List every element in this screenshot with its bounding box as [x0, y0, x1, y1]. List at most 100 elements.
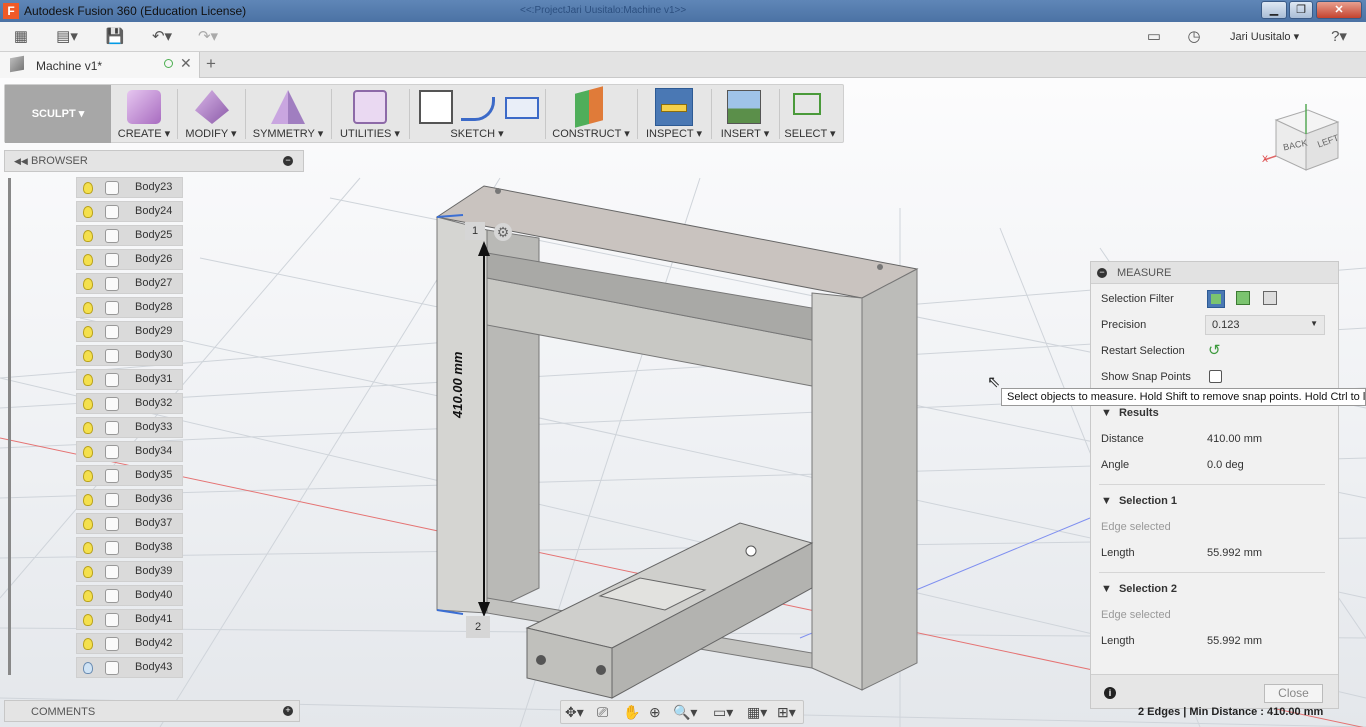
select-menu[interactable]: SELECT ▾	[781, 85, 839, 143]
pan-hand-icon[interactable]: ✋	[623, 704, 640, 721]
visibility-bulb-icon[interactable]	[83, 302, 93, 314]
close-tab-icon[interactable]: ✕	[180, 55, 192, 72]
browser-item[interactable]: Body29	[76, 321, 183, 342]
zoom-window-icon[interactable]: ⊕	[649, 704, 661, 721]
info-icon[interactable]: i	[1104, 687, 1116, 699]
visibility-bulb-icon[interactable]	[83, 350, 93, 362]
snap-points-checkbox[interactable]	[1209, 370, 1222, 383]
collapse-browser-icon[interactable]: ◀◀	[14, 156, 28, 167]
browser-item[interactable]: Body28	[76, 297, 183, 318]
browser-item-label: Body40	[135, 589, 173, 601]
visibility-bulb-icon[interactable]	[83, 470, 93, 482]
maximize-button[interactable]: ❐	[1289, 1, 1313, 19]
visibility-bulb-icon[interactable]	[83, 422, 93, 434]
browser-item[interactable]: Body43	[76, 657, 183, 678]
display-settings-icon[interactable]: ▭▾	[713, 704, 733, 721]
gear-icon[interactable]: ⚙	[494, 223, 512, 241]
viewports-icon[interactable]: ⊞▾	[777, 704, 796, 721]
view-cube[interactable]: BACK LEFT X	[1262, 98, 1352, 178]
browser-item[interactable]: Body42	[76, 633, 183, 654]
utilities-menu[interactable]: UTILITIES ▾	[333, 85, 407, 143]
visibility-bulb-icon[interactable]	[83, 446, 93, 458]
browser-item[interactable]: Body41	[76, 609, 183, 630]
minimize-button[interactable]: ▁	[1261, 1, 1287, 19]
browser-scrollbar[interactable]	[8, 178, 11, 675]
visibility-bulb-icon[interactable]	[83, 326, 93, 338]
comments-panel[interactable]: COMMENTS +	[4, 700, 300, 722]
tab-machine[interactable]: Machine v1* ✕	[0, 52, 200, 78]
frame-model[interactable]	[435, 185, 919, 699]
browser-item[interactable]: Body34	[76, 441, 183, 462]
visibility-bulb-icon[interactable]	[83, 518, 93, 530]
undo-icon[interactable]: ↶▾	[144, 27, 180, 47]
browser-item[interactable]: Body25	[76, 225, 183, 246]
precision-value: 0.123	[1212, 319, 1240, 331]
visibility-bulb-icon[interactable]	[83, 590, 93, 602]
browser-item[interactable]: Body32	[76, 393, 183, 414]
visibility-bulb-icon[interactable]	[83, 278, 93, 290]
browser-panel-header[interactable]: ◀◀ BROWSER −	[4, 150, 304, 172]
insert-menu[interactable]: INSERT ▾	[713, 85, 777, 143]
browser-item[interactable]: Body37	[76, 513, 183, 534]
browser-item[interactable]: Body35	[76, 465, 183, 486]
restart-selection-icon[interactable]: ↺	[1208, 341, 1221, 359]
browser-item[interactable]: Body26	[76, 249, 183, 270]
modify-menu[interactable]: MODIFY ▾	[179, 85, 243, 143]
browser-item[interactable]: Body27	[76, 273, 183, 294]
visibility-bulb-icon[interactable]	[83, 614, 93, 626]
history-clock-icon[interactable]: ◷	[1183, 27, 1205, 47]
visibility-bulb-icon[interactable]	[83, 398, 93, 410]
construct-menu[interactable]: CONSTRUCT ▾	[547, 85, 635, 143]
look-at-icon[interactable]: ⎚	[597, 704, 608, 721]
results-section[interactable]: ▼ Results	[1101, 407, 1159, 419]
visibility-bulb-icon[interactable]	[83, 374, 93, 386]
zoom-icon[interactable]: 🔍▾	[673, 704, 697, 721]
inspect-menu[interactable]: INSPECT ▾	[639, 85, 709, 143]
visibility-bulb-icon[interactable]	[83, 206, 93, 218]
browser-item[interactable]: Body39	[76, 561, 183, 582]
browser-item[interactable]: Body31	[76, 369, 183, 390]
close-button[interactable]: Close	[1264, 684, 1323, 703]
user-menu[interactable]: Jari Uusitalo ▾	[1230, 30, 1299, 43]
filter-face-icon[interactable]	[1236, 291, 1250, 305]
sketch-menu[interactable]: SKETCH ▾	[411, 85, 543, 143]
visibility-bulb-icon[interactable]	[83, 662, 93, 674]
browser-minimize-icon[interactable]: −	[283, 156, 293, 166]
browser-item[interactable]: Body40	[76, 585, 183, 606]
visibility-bulb-icon[interactable]	[83, 638, 93, 650]
selection-2-section[interactable]: ▼ Selection 2	[1101, 583, 1177, 595]
create-menu[interactable]: CREATE ▾	[111, 85, 177, 143]
browser-item[interactable]: Body23	[76, 177, 183, 198]
orbit-icon[interactable]: ✥▾	[565, 704, 584, 721]
visibility-bulb-icon[interactable]	[83, 494, 93, 506]
grid-settings-icon[interactable]: ▦▾	[747, 704, 767, 721]
browser-item[interactable]: Body24	[76, 201, 183, 222]
browser-item[interactable]: Body36	[76, 489, 183, 510]
visibility-bulb-icon[interactable]	[83, 566, 93, 578]
body-icon	[105, 469, 119, 483]
selection-1-section[interactable]: ▼ Selection 1	[1101, 495, 1177, 507]
apps-grid-icon[interactable]: ▦	[10, 27, 32, 47]
browser-item-label: Body31	[135, 373, 173, 385]
file-menu-icon[interactable]: ▤▾	[52, 27, 82, 47]
add-comment-icon[interactable]: +	[283, 706, 293, 716]
browser-item[interactable]: Body30	[76, 345, 183, 366]
collapse-measure-icon[interactable]: −	[1097, 268, 1107, 278]
precision-select[interactable]: 0.123 ▼	[1205, 315, 1325, 335]
save-icon[interactable]: 💾	[104, 27, 126, 47]
help-icon[interactable]: ?▾	[1324, 27, 1354, 47]
browser-item[interactable]: Body38	[76, 537, 183, 558]
visibility-bulb-icon[interactable]	[83, 542, 93, 554]
browser-item[interactable]: Body33	[76, 417, 183, 438]
comment-icon[interactable]: ▭	[1143, 27, 1165, 47]
visibility-bulb-icon[interactable]	[83, 230, 93, 242]
workspace-switcher[interactable]: SCULPT ▾	[5, 85, 111, 143]
visibility-bulb-icon[interactable]	[83, 254, 93, 266]
new-tab-button[interactable]: +	[206, 54, 216, 74]
redo-icon[interactable]: ↷▾	[190, 27, 226, 47]
symmetry-menu[interactable]: SYMMETRY ▾	[247, 85, 329, 143]
close-window-button[interactable]: ✕	[1316, 1, 1362, 19]
visibility-bulb-icon[interactable]	[83, 182, 93, 194]
filter-edge-icon[interactable]	[1263, 291, 1277, 305]
filter-body-icon[interactable]	[1207, 290, 1225, 308]
